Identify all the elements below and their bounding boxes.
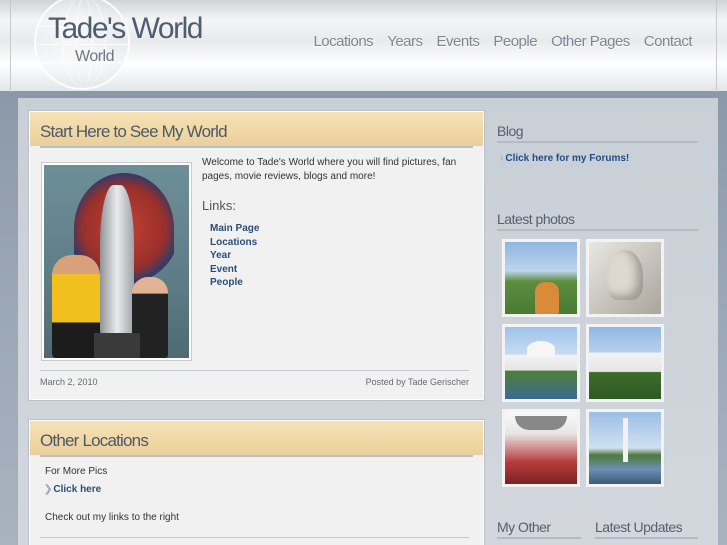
post-title-bar: Start Here to See My World — [30, 112, 483, 146]
check-out-text: Check out my links to the right — [45, 512, 179, 523]
post-photo[interactable] — [41, 162, 192, 361]
other-pages-heading: My Other — [497, 519, 581, 539]
latest-updates-heading: Latest Updates — [595, 519, 698, 539]
hockey-hall-of-fame-photo — [44, 165, 189, 358]
post-other-locations: Other Locations For More Pics ❯Click her… — [29, 420, 484, 545]
post-date: March 2, 2010 — [40, 377, 98, 387]
link-event[interactable]: Event — [210, 263, 259, 277]
latest-photos-heading: Latest photos — [497, 211, 698, 231]
photo-thumbnail[interactable] — [585, 238, 665, 318]
link-people[interactable]: People — [210, 276, 259, 290]
forums-link-label[interactable]: Click here for my Forums! — [505, 153, 629, 164]
links-list: Main Page Locations Year Event People — [210, 222, 259, 290]
photo-thumbnail[interactable] — [501, 408, 581, 488]
post-footer — [40, 537, 469, 544]
link-locations[interactable]: Locations — [210, 236, 259, 250]
post-footer: March 2, 2010 Posted by Tade Gerischer — [40, 370, 469, 387]
site-header: Tade's World World Locations Years Event… — [0, 0, 727, 92]
more-pics-text: For More Pics — [45, 466, 108, 477]
nav-years[interactable]: Years — [387, 33, 423, 50]
site-title[interactable]: Tade's World — [48, 12, 203, 46]
links-heading: Links: — [202, 198, 236, 213]
chevron-right-icon: ❯ — [44, 484, 53, 495]
blog-heading: Blog — [497, 123, 698, 143]
photo-thumbnail[interactable] — [501, 238, 581, 318]
photo-thumbnail[interactable] — [585, 408, 665, 488]
photo-thumbnail[interactable] — [585, 323, 665, 403]
click-here-label[interactable]: Click here — [53, 484, 101, 495]
forums-link[interactable]: › Click here for my Forums! — [500, 153, 629, 164]
photo-thumbnail[interactable] — [501, 323, 581, 403]
white-house-photo — [589, 327, 661, 399]
nav-contact[interactable]: Contact — [644, 33, 693, 50]
link-year[interactable]: Year — [210, 249, 259, 263]
nav-events[interactable]: Events — [437, 33, 480, 50]
nav-locations[interactable]: Locations — [313, 33, 373, 50]
post-author: Posted by Tade Gerischer — [365, 377, 469, 387]
capitol-lawn-photo — [505, 242, 577, 314]
washington-monument-photo — [589, 412, 661, 484]
nav-people[interactable]: People — [493, 33, 537, 50]
link-main-page[interactable]: Main Page — [210, 222, 259, 236]
post-start-here: Start Here to See My World Welcome to Ta… — [29, 111, 484, 400]
post-title-bar: Other Locations — [30, 421, 483, 455]
nav-other-pages[interactable]: Other Pages — [551, 33, 630, 50]
museum-interior-photo — [505, 412, 577, 484]
jefferson-memorial-photo — [505, 327, 577, 399]
post-intro-text: Welcome to Tade's World where you will f… — [202, 157, 457, 182]
main-nav: Locations Years Events People Other Page… — [313, 33, 692, 50]
chevron-right-icon: › — [500, 153, 504, 164]
lincoln-statue-photo — [589, 242, 661, 314]
click-here-link[interactable]: ❯Click here — [44, 484, 101, 495]
site-subtitle: World — [75, 48, 115, 65]
